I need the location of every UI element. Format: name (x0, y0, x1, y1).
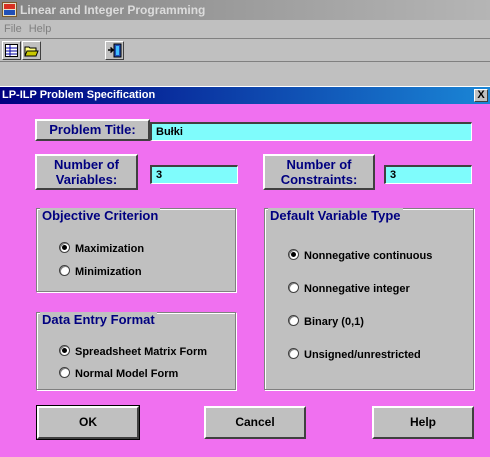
num-constraints-label: Number of Constraints: (280, 157, 358, 187)
radio-nonnegative-integer-label: Nonnegative integer (304, 283, 410, 295)
radio-minimization-label: Minimization (75, 266, 142, 278)
problem-title-label: Problem Title: (49, 122, 136, 137)
num-variables-label-panel: Number of Variables: (35, 154, 138, 190)
num-variables-label: Number of Variables: (54, 157, 119, 187)
num-constraints-input[interactable]: 3 (384, 165, 472, 184)
radio-spreadsheet-matrix-dot (59, 345, 70, 356)
app-title-bar: Linear and Integer Programming (0, 0, 490, 20)
default-variable-type-title: Default Variable Type (268, 208, 403, 224)
radio-binary-label: Binary (0,1) (304, 316, 364, 328)
radio-normal-model-dot (59, 367, 70, 378)
radio-nonnegative-continuous-dot (288, 249, 299, 260)
new-problem-button[interactable] (2, 41, 21, 60)
help-button[interactable]: Help (372, 406, 474, 439)
menu-help[interactable]: Help (25, 20, 55, 38)
radio-spreadsheet-matrix-label: Spreadsheet Matrix Form (75, 346, 208, 358)
open-file-button[interactable] (22, 41, 41, 60)
radio-unsigned-dot (288, 348, 299, 359)
radio-binary-dot (288, 315, 299, 326)
menu-bar: File Help (0, 20, 490, 38)
cancel-button[interactable]: Cancel (204, 406, 306, 439)
radio-maximization[interactable]: Maximization (59, 241, 144, 257)
objective-criterion-group: Objective Criterion Maximization Minimiz… (36, 208, 236, 292)
problem-title-label-panel: Problem Title: (35, 119, 150, 141)
problem-spec-dialog: LP-ILP Problem Specification X Problem T… (0, 86, 490, 457)
problem-title-input[interactable]: Bułki (150, 122, 472, 141)
radio-minimization[interactable]: Minimization (59, 264, 142, 280)
radio-maximization-label: Maximization (75, 243, 145, 255)
menu-file[interactable]: File (0, 20, 25, 38)
exit-button[interactable] (105, 41, 124, 60)
radio-unsigned-label: Unsigned/unrestricted (304, 349, 421, 361)
app-title: Linear and Integer Programming (20, 3, 206, 17)
dialog-title-bar: LP-ILP Problem Specification X (0, 87, 490, 104)
data-entry-format-title: Data Entry Format (40, 312, 157, 328)
default-variable-type-group: Default Variable Type Nonnegative contin… (264, 208, 474, 390)
radio-unsigned[interactable]: Unsigned/unrestricted (288, 347, 421, 363)
radio-normal-model[interactable]: Normal Model Form (59, 366, 178, 382)
close-icon[interactable]: X (474, 89, 488, 102)
radio-nonnegative-integer[interactable]: Nonnegative integer (288, 281, 410, 297)
dialog-title: LP-ILP Problem Specification (2, 89, 156, 101)
radio-minimization-dot (59, 265, 70, 276)
radio-normal-model-label: Normal Model Form (75, 368, 179, 380)
toolbar (0, 38, 490, 62)
radio-spreadsheet-matrix[interactable]: Spreadsheet Matrix Form (59, 344, 207, 360)
objective-criterion-title: Objective Criterion (40, 208, 161, 224)
app-window: Linear and Integer Programming FileHelp (0, 0, 490, 457)
new-sheet-icon (5, 44, 18, 57)
data-entry-format-group: Data Entry Format Spreadsheet Matrix For… (36, 312, 236, 390)
radio-nonnegative-continuous[interactable]: Nonnegative continuous (288, 248, 432, 264)
exit-door-icon (108, 43, 122, 58)
radio-binary[interactable]: Binary (0,1) (288, 314, 364, 330)
num-constraints-label-panel: Number of Constraints: (263, 154, 375, 190)
app-icon (2, 2, 17, 17)
open-folder-icon (24, 46, 39, 57)
radio-nonnegative-continuous-label: Nonnegative continuous (304, 250, 433, 262)
radio-nonnegative-integer-dot (288, 282, 299, 293)
ok-button[interactable]: OK (36, 405, 140, 440)
num-variables-input[interactable]: 3 (150, 165, 238, 184)
radio-maximization-dot (59, 242, 70, 253)
